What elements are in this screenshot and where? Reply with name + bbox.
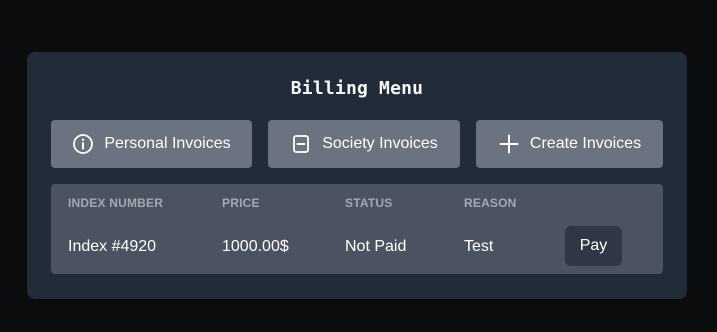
cell-index: Index #4920 [68,238,157,255]
header-status: STATUS [345,196,393,210]
society-invoices-button[interactable]: Society Invoices [268,120,460,168]
header-price: PRICE [222,196,260,210]
cell-reason: Test [464,238,494,255]
create-invoices-button[interactable]: Create Invoices [476,120,663,168]
society-invoices-label: Society Invoices [322,135,438,152]
billing-panel: Billing Menu Personal Invoices Society I… [27,52,687,299]
minus-square-icon [290,133,312,155]
cell-price: 1000.00$ [222,238,289,255]
cell-status: Not Paid [345,238,407,255]
personal-invoices-button[interactable]: Personal Invoices [51,120,252,168]
panel-title: Billing Menu [290,78,424,99]
plus-icon [498,133,520,155]
invoice-table: INDEX NUMBER PRICE STATUS REASON Index #… [51,184,663,274]
info-circle-icon [72,133,94,155]
create-invoices-label: Create Invoices [529,135,642,152]
header-index-number: INDEX NUMBER [68,196,164,210]
header-reason: REASON [464,196,517,210]
pay-button[interactable]: Pay [565,226,622,266]
personal-invoices-label: Personal Invoices [104,135,231,152]
